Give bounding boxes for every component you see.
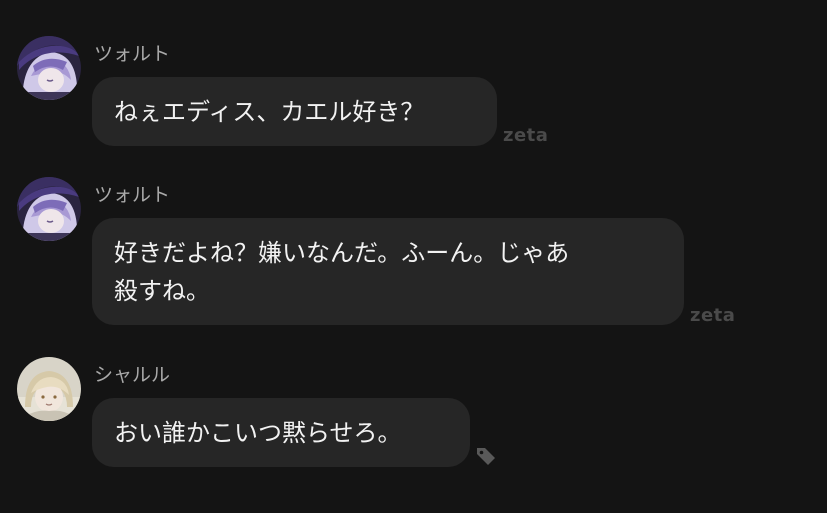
zeta-watermark: zeta — [503, 125, 549, 146]
tag-icon[interactable] — [474, 444, 498, 468]
tag-icon-glyph — [477, 448, 495, 465]
message-text: おい誰かこいつ黙らせろ。 — [114, 418, 402, 447]
message-text: ねぇエディス、カエル好き？ — [114, 97, 425, 126]
character-avatar-purple-hair-icon — [17, 36, 81, 100]
message-text: 好きだよね？嫌いなんだ。ふーん。じゃあ 殺すね。 — [114, 238, 570, 305]
sender-name: ツォルト — [94, 184, 171, 206]
sender-name: シャルル — [94, 364, 171, 386]
message-bubble[interactable]: 好きだよね？嫌いなんだ。ふーん。じゃあ 殺すね。 — [92, 218, 684, 325]
avatar[interactable] — [17, 357, 81, 421]
message-bubble[interactable]: おい誰かこいつ黙らせろ。 — [92, 398, 470, 467]
avatar[interactable] — [17, 177, 81, 241]
zeta-watermark: zeta — [690, 305, 736, 326]
message-bubble[interactable]: ねぇエディス、カエル好き？ — [92, 77, 497, 146]
chat-log: ツォルト ねぇエディス、カエル好き？ zeta ツォルト 好きだよね？嫌いなんだ… — [0, 0, 827, 513]
character-avatar-purple-hair-icon — [17, 177, 81, 241]
sender-name: ツォルト — [94, 43, 171, 65]
character-avatar-blonde-hair-icon — [17, 357, 81, 421]
avatar[interactable] — [17, 36, 81, 100]
